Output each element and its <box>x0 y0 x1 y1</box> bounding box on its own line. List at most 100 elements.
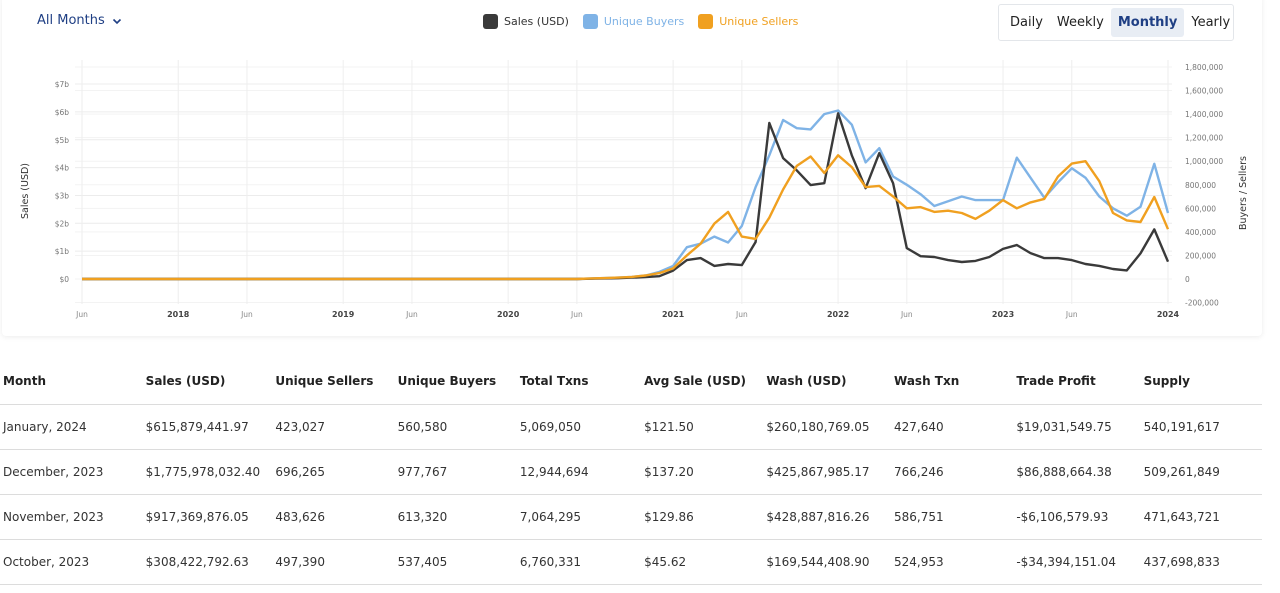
y-tick-label: $1b <box>55 247 70 256</box>
table-body: January, 2024 $615,879,441.97 423,027 560,5… <box>0 404 1262 585</box>
table-cell: 977,767 <box>394 449 517 495</box>
x-tick-label: 2024 <box>1157 310 1180 319</box>
table-cell: 509,261,849 <box>1140 449 1262 495</box>
table-cell: October, 2023 <box>0 539 143 585</box>
table-cell: 586,751 <box>891 494 1014 540</box>
table-cell: $137.20 <box>641 449 764 495</box>
table-cell: 497,390 <box>272 539 395 585</box>
x-tick-label: 2018 <box>167 310 190 319</box>
column-header[interactable]: Unique Sellers <box>272 358 395 405</box>
x-tick-label: 2020 <box>497 310 520 319</box>
monthly-stats-table: Month Sales (USD) Unique Sellers Unique Buy… <box>0 358 1262 585</box>
y-axis-left: $0 $1b $2b $3b $4b $5b $6b $7b <box>55 80 70 284</box>
table-row: October, 2023 $308,422,792.63 497,390 537,4… <box>0 539 1262 585</box>
y2-tick-label: 0 <box>1185 275 1190 284</box>
table-cell: $129.86 <box>641 494 764 540</box>
table-cell: $86,888,664.38 <box>1013 449 1141 495</box>
y-axis-title-right: Buyers / Sellers <box>1238 156 1249 230</box>
y2-tick-label: 1,000,000 <box>1185 157 1223 166</box>
table-cell: -$34,394,151.04 <box>1013 539 1141 585</box>
y-axis-title-left: Sales (USD) <box>20 163 31 219</box>
x-tick-label: Jun <box>405 310 418 319</box>
table-header-row: Month Sales (USD) Unique Sellers Unique Buy… <box>0 358 1262 405</box>
y2-tick-label: 400,000 <box>1185 228 1216 237</box>
series-lines <box>82 109 1170 281</box>
column-header[interactable]: Month <box>0 358 143 405</box>
x-tick-label: Jun <box>570 310 583 319</box>
table-cell: $425,867,985.17 <box>763 449 892 495</box>
y2-tick-label: 1,400,000 <box>1185 110 1223 119</box>
series-line-unique-buyers <box>82 109 1170 281</box>
y-tick-label: $7b <box>55 80 70 89</box>
y2-tick-label: 1,600,000 <box>1185 87 1223 96</box>
line-chart: $0 $1b $2b $3b $4b $5b $6b $7b -200,000 0 200,000… <box>20 60 1249 319</box>
y-tick-label: $4b <box>55 164 70 173</box>
table-cell: $917,369,876.05 <box>142 494 273 540</box>
column-header[interactable]: Unique Buyers <box>394 358 517 405</box>
table-cell: 423,027 <box>272 404 395 450</box>
y-tick-label: $5b <box>55 136 70 145</box>
table-row: January, 2024 $615,879,441.97 423,027 560,5… <box>0 404 1262 450</box>
table-cell: January, 2024 <box>0 404 143 450</box>
table-cell: 483,626 <box>272 494 395 540</box>
table-cell: 524,953 <box>891 539 1014 585</box>
table-cell: 696,265 <box>272 449 395 495</box>
table-cell: 613,320 <box>394 494 517 540</box>
column-header[interactable]: Supply <box>1140 358 1262 405</box>
x-tick-label: 2022 <box>827 310 849 319</box>
table-cell: 471,643,721 <box>1140 494 1262 540</box>
table-cell: 5,069,050 <box>516 404 642 450</box>
x-tick-label: 2023 <box>992 310 1014 319</box>
table-cell: 7,064,295 <box>516 494 642 540</box>
table-cell: $169,544,408.90 <box>763 539 892 585</box>
table-row: December, 2023 $1,775,978,032.40 696,265 97… <box>0 449 1262 495</box>
column-header[interactable]: Trade Profit <box>1013 358 1141 405</box>
table-cell: 12,944,694 <box>516 449 642 495</box>
x-axis: Jun 2018 Jun 2019 Jun 2020 Jun 2021 Jun 2022 Jun 20… <box>75 310 1179 319</box>
y2-tick-label: 200,000 <box>1185 251 1216 260</box>
y2-tick-label: -200,000 <box>1185 299 1219 308</box>
table-cell: November, 2023 <box>0 494 143 540</box>
x-tick-label: 2019 <box>332 310 355 319</box>
column-header[interactable]: Sales (USD) <box>142 358 273 405</box>
table-cell: $1,775,978,032.40 <box>142 449 273 495</box>
table-cell: 560,580 <box>394 404 517 450</box>
y-tick-label: $6b <box>55 108 70 117</box>
table-cell: $260,180,769.05 <box>763 404 892 450</box>
chart-grid <box>75 60 1172 304</box>
table-cell: -$6,106,579.93 <box>1013 494 1141 540</box>
series-line-unique-sellers <box>82 154 1170 281</box>
x-tick-label: Jun <box>1065 310 1078 319</box>
table-cell: 427,640 <box>891 404 1014 450</box>
y-axis-right: -200,000 0 200,000 400,000 600,000 800,000 1,0… <box>1185 63 1223 308</box>
column-header[interactable]: Wash (USD) <box>763 358 892 405</box>
table-cell: 540,191,617 <box>1140 404 1262 450</box>
table-cell: $19,031,549.75 <box>1013 404 1141 450</box>
x-tick-label: 2021 <box>662 310 685 319</box>
table-cell: 437,698,833 <box>1140 539 1262 585</box>
y2-tick-label: 600,000 <box>1185 204 1216 213</box>
y-tick-label: $3b <box>55 191 70 200</box>
column-header[interactable]: Avg Sale (USD) <box>641 358 764 405</box>
table-cell: $615,879,441.97 <box>142 404 273 450</box>
y2-tick-label: 1,800,000 <box>1185 63 1223 72</box>
table-cell: 6,760,331 <box>516 539 642 585</box>
x-tick-label: Jun <box>900 310 913 319</box>
x-tick-label: Jun <box>75 310 88 319</box>
table-cell: $45.62 <box>641 539 764 585</box>
y-tick-label: $0 <box>59 275 69 284</box>
y2-tick-label: 800,000 <box>1185 181 1216 190</box>
table-cell: 766,246 <box>891 449 1014 495</box>
x-tick-label: Jun <box>735 310 748 319</box>
y2-tick-label: 1,200,000 <box>1185 134 1223 143</box>
table-cell: December, 2023 <box>0 449 143 495</box>
y-tick-label: $2b <box>55 219 70 228</box>
table-cell: $308,422,792.63 <box>142 539 273 585</box>
table-row: November, 2023 $917,369,876.05 483,626 613,… <box>0 494 1262 540</box>
column-header[interactable]: Total Txns <box>516 358 642 405</box>
table-cell: 537,405 <box>394 539 517 585</box>
column-header[interactable]: Wash Txn <box>891 358 1014 405</box>
table-cell: $428,887,816.26 <box>763 494 892 540</box>
x-tick-label: Jun <box>240 310 253 319</box>
table-cell: $121.50 <box>641 404 764 450</box>
